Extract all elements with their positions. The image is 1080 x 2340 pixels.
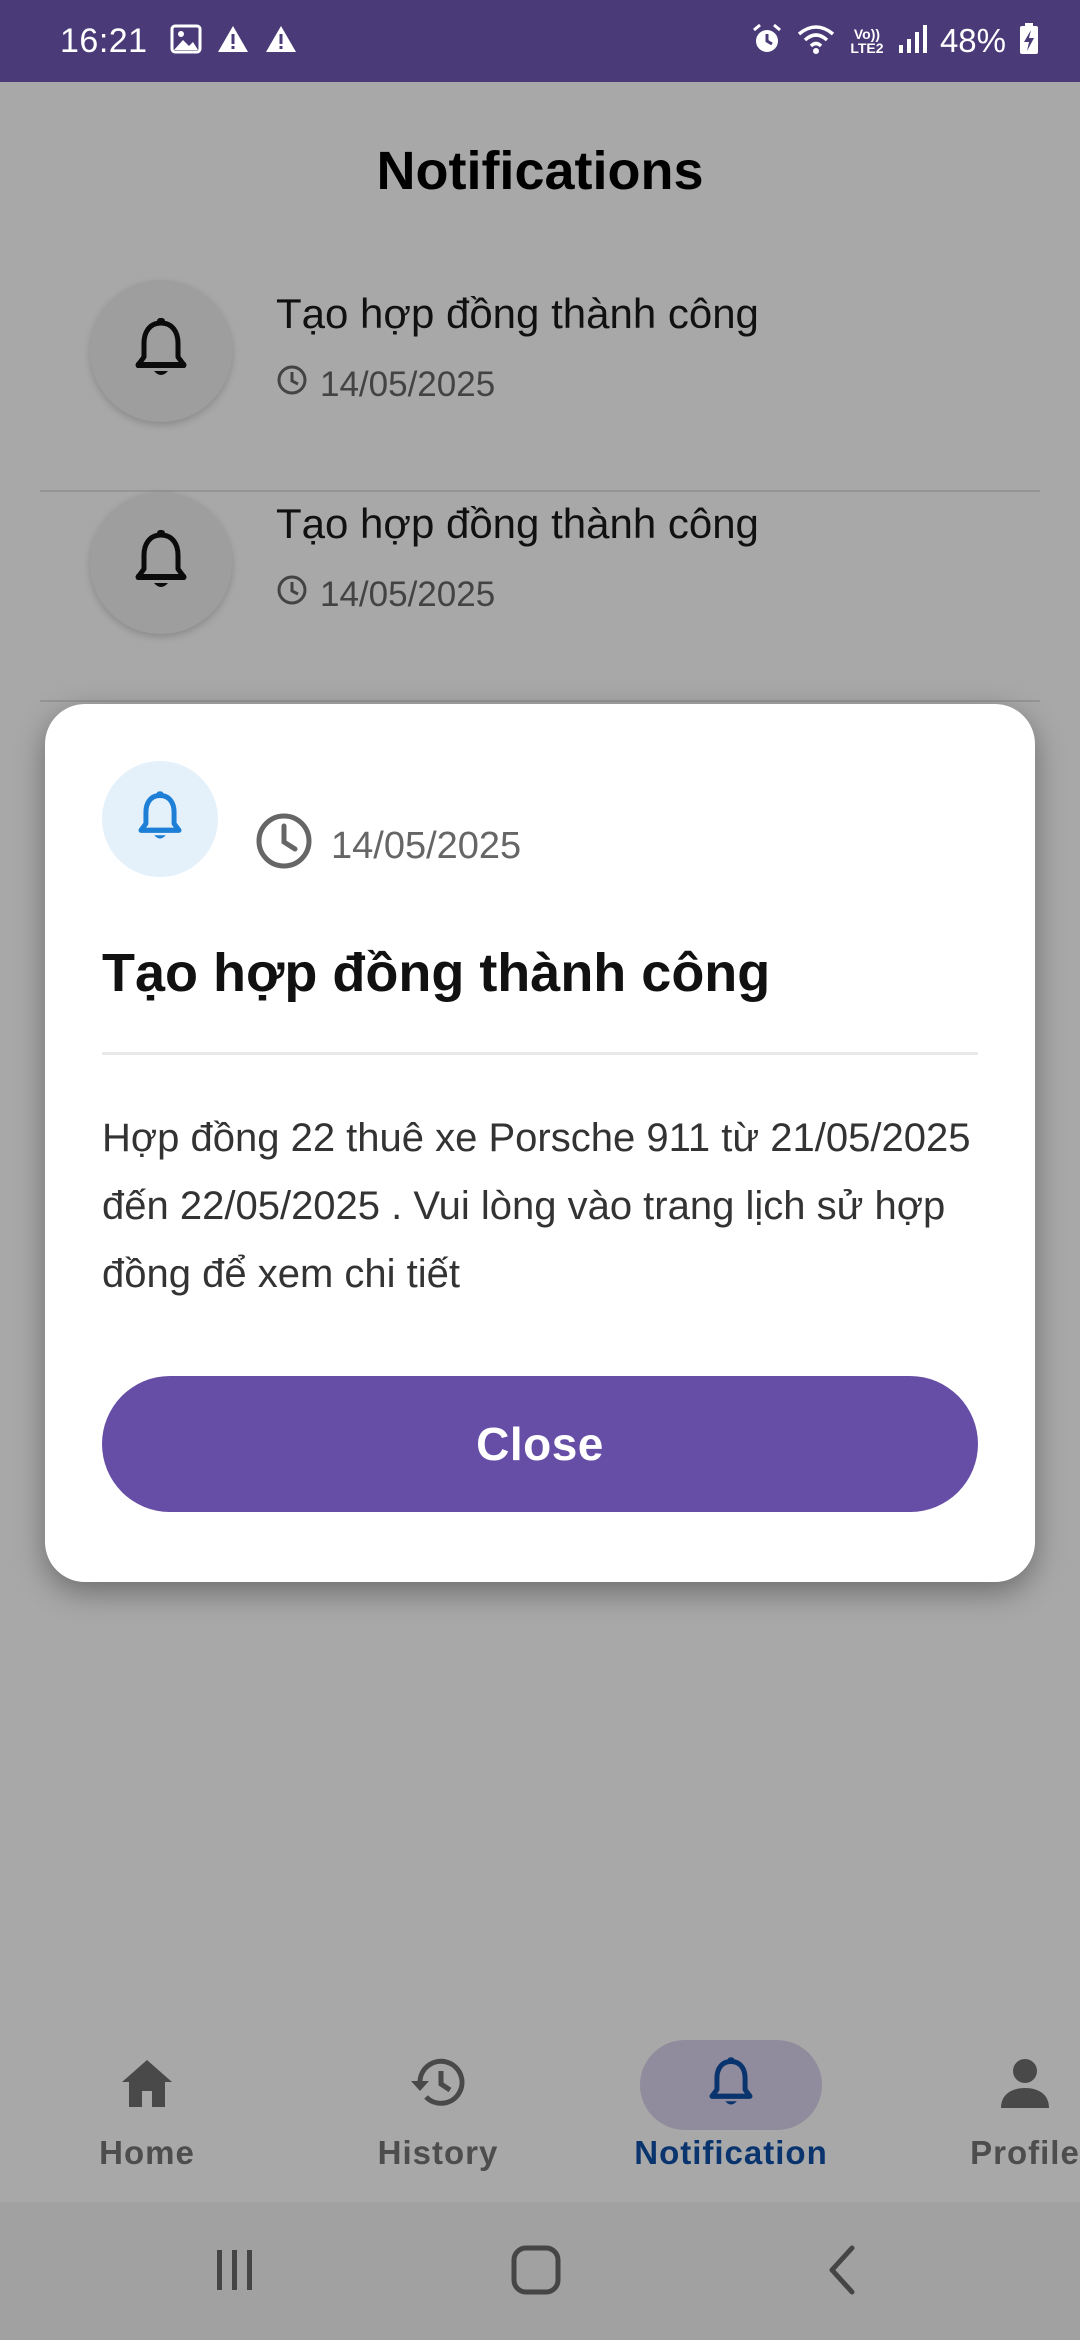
dialog-date: 14/05/2025 [331, 824, 522, 867]
dialog-title: Tạo hợp đồng thành công [102, 943, 771, 1003]
battery-percent: 48% [939, 22, 1006, 59]
wifi-icon [796, 22, 836, 61]
notification-detail-dialog: 14/05/2025 Tạo hợp đồng thành công Hợp đ… [45, 704, 1035, 1582]
image-icon [170, 24, 202, 59]
bell-icon [136, 790, 184, 849]
dialog-divider [102, 1052, 978, 1055]
clock-icon [255, 812, 313, 880]
status-system-icons: Vo)) LTE2 48% [750, 22, 1040, 61]
dialog-message: Hợp đồng 22 thuê xe Porsche 911 từ 21/05… [102, 1116, 971, 1296]
alarm-icon [750, 22, 784, 61]
lte-indicator: Vo)) LTE2 [850, 26, 884, 56]
warning-icon [216, 24, 250, 59]
signal-icon [898, 23, 928, 60]
battery-charging-icon [1018, 22, 1040, 61]
status-time: 16:21 [60, 21, 148, 60]
dialog-date-row: 14/05/2025 [255, 812, 521, 880]
close-button[interactable]: Close [102, 1376, 978, 1512]
status-notification-icons [170, 24, 298, 59]
status-bar: 16:21 Vo)) LTE2 48% [0, 0, 1080, 82]
dialog-bell-avatar [102, 761, 218, 877]
warning-icon [264, 24, 298, 59]
